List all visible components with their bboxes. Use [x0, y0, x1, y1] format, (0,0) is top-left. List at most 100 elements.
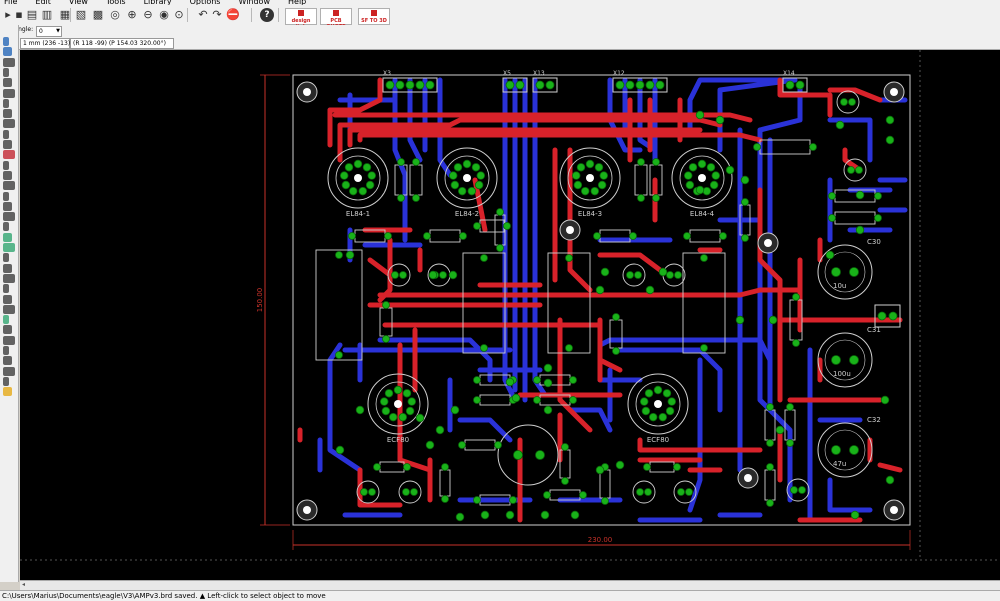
- pad: [702, 186, 711, 196]
- polygon-icon[interactable]: [3, 304, 15, 314]
- zoom-in-icon[interactable]: ⊕: [125, 8, 139, 22]
- pad: [385, 80, 395, 90]
- erc-icon[interactable]: [3, 366, 15, 376]
- add-icon[interactable]: [3, 160, 9, 170]
- horizontal-scrollbar[interactable]: ◂: [20, 580, 1000, 590]
- zoom-select-icon[interactable]: ⊙: [172, 8, 186, 22]
- mark-icon[interactable]: [3, 67, 9, 77]
- route-icon[interactable]: [3, 232, 12, 242]
- script-icon[interactable]: ▧: [74, 8, 88, 22]
- ratsnest-icon[interactable]: [3, 346, 9, 355]
- menu-help[interactable]: Help: [288, 0, 306, 5]
- arc-icon[interactable]: [3, 284, 9, 294]
- toolbar-badge-button[interactable]: SF TO 3D: [358, 8, 390, 25]
- redraw-icon[interactable]: ◉: [157, 8, 171, 22]
- pad: [439, 271, 447, 279]
- pad: [612, 347, 620, 355]
- tube-center-hole: [654, 400, 662, 408]
- save-icon[interactable]: ▪: [12, 8, 26, 22]
- menu-view[interactable]: View: [69, 0, 88, 5]
- rect-icon[interactable]: [3, 294, 12, 304]
- wire-icon[interactable]: [3, 253, 9, 263]
- toolbar-badge-button[interactable]: design link: [285, 8, 317, 30]
- grid-coordinates: 1 mm (236 -13): [20, 38, 70, 49]
- pad: [513, 450, 523, 460]
- stop-icon[interactable]: ⛔: [226, 8, 240, 22]
- tube-center-hole: [394, 400, 402, 408]
- menu-window[interactable]: Window: [238, 0, 270, 5]
- mirror-icon[interactable]: [3, 98, 9, 108]
- bottom-trace: [327, 342, 363, 503]
- change-icon[interactable]: [3, 129, 9, 139]
- menu-edit[interactable]: Edit: [35, 0, 51, 5]
- miter-icon[interactable]: [3, 212, 15, 222]
- component-outline: [599, 469, 611, 499]
- ripup-icon[interactable]: [3, 243, 15, 252]
- pad: [389, 412, 398, 422]
- pad: [453, 163, 463, 172]
- grid-icon[interactable]: ▩: [91, 8, 105, 22]
- optimize-icon[interactable]: [3, 222, 9, 232]
- smash-icon[interactable]: [3, 191, 9, 201]
- autoroute-icon[interactable]: [3, 356, 12, 366]
- circle-icon[interactable]: [3, 273, 15, 283]
- redo-icon[interactable]: ↷: [210, 8, 224, 22]
- zoom-fit-icon[interactable]: ◎: [108, 8, 122, 22]
- pad: [494, 441, 502, 449]
- mounting-hole-center: [566, 226, 574, 234]
- menu-options[interactable]: Options: [190, 0, 221, 5]
- delete-icon[interactable]: [3, 150, 15, 160]
- pad: [458, 441, 466, 449]
- tube-label: EL84-3: [578, 210, 602, 218]
- paste-icon[interactable]: [3, 140, 12, 149]
- pcb-drawing[interactable]: 150.00 230.00 EL84-1 EL84-2 EL84-3 EL84-4 ECF8…: [20, 50, 1000, 580]
- copy-icon[interactable]: [3, 88, 15, 98]
- value-icon[interactable]: [3, 181, 15, 191]
- move-icon[interactable]: [3, 78, 12, 88]
- scroll-left-icon[interactable]: ◂: [22, 581, 25, 589]
- name-icon[interactable]: [3, 170, 12, 180]
- angle-select[interactable]: 0 ▼: [36, 26, 62, 37]
- pad: [480, 344, 488, 352]
- help-icon[interactable]: ?: [260, 8, 274, 22]
- pad: [345, 250, 355, 260]
- rotate-icon[interactable]: [3, 109, 12, 119]
- pad: [540, 510, 550, 520]
- pad: [594, 163, 604, 172]
- via-icon[interactable]: [3, 315, 9, 325]
- print-icon[interactable]: ▤: [25, 8, 39, 22]
- pad: [335, 445, 345, 455]
- pad: [825, 250, 835, 260]
- pad: [373, 463, 381, 471]
- split-icon[interactable]: [3, 201, 12, 211]
- cam-icon[interactable]: ▥: [40, 8, 54, 22]
- group-icon[interactable]: [3, 119, 15, 129]
- toolbar-badge-button[interactable]: PCB QUOTE: [320, 8, 352, 30]
- show-icon[interactable]: [3, 47, 12, 57]
- pad: [496, 244, 504, 252]
- badge-logo-icon: [298, 10, 304, 16]
- menu-tools[interactable]: Tools: [106, 0, 126, 5]
- pad: [335, 251, 343, 259]
- undo-icon[interactable]: ↶: [196, 8, 210, 22]
- info-icon[interactable]: [3, 37, 9, 46]
- menu-file[interactable]: File: [4, 0, 17, 5]
- pad: [711, 171, 720, 180]
- menu-library[interactable]: Library: [144, 0, 172, 5]
- pad: [615, 460, 625, 470]
- pad: [405, 80, 415, 90]
- signal-icon[interactable]: [3, 335, 15, 345]
- zoom-out-icon[interactable]: ⊖: [141, 8, 155, 22]
- drc-icon[interactable]: [3, 376, 9, 386]
- pad: [428, 270, 438, 280]
- text-icon[interactable]: [3, 263, 12, 273]
- display-icon[interactable]: [3, 57, 15, 67]
- pad: [391, 271, 399, 279]
- pad: [565, 254, 573, 262]
- errors-icon[interactable]: [3, 387, 12, 397]
- pad: [849, 445, 859, 455]
- hole-icon[interactable]: [3, 325, 12, 335]
- pad: [393, 385, 403, 395]
- pad: [615, 80, 625, 90]
- board-canvas[interactable]: 150.00 230.00 EL84-1 EL84-2 EL84-3 EL84-4 ECF8…: [20, 50, 1000, 580]
